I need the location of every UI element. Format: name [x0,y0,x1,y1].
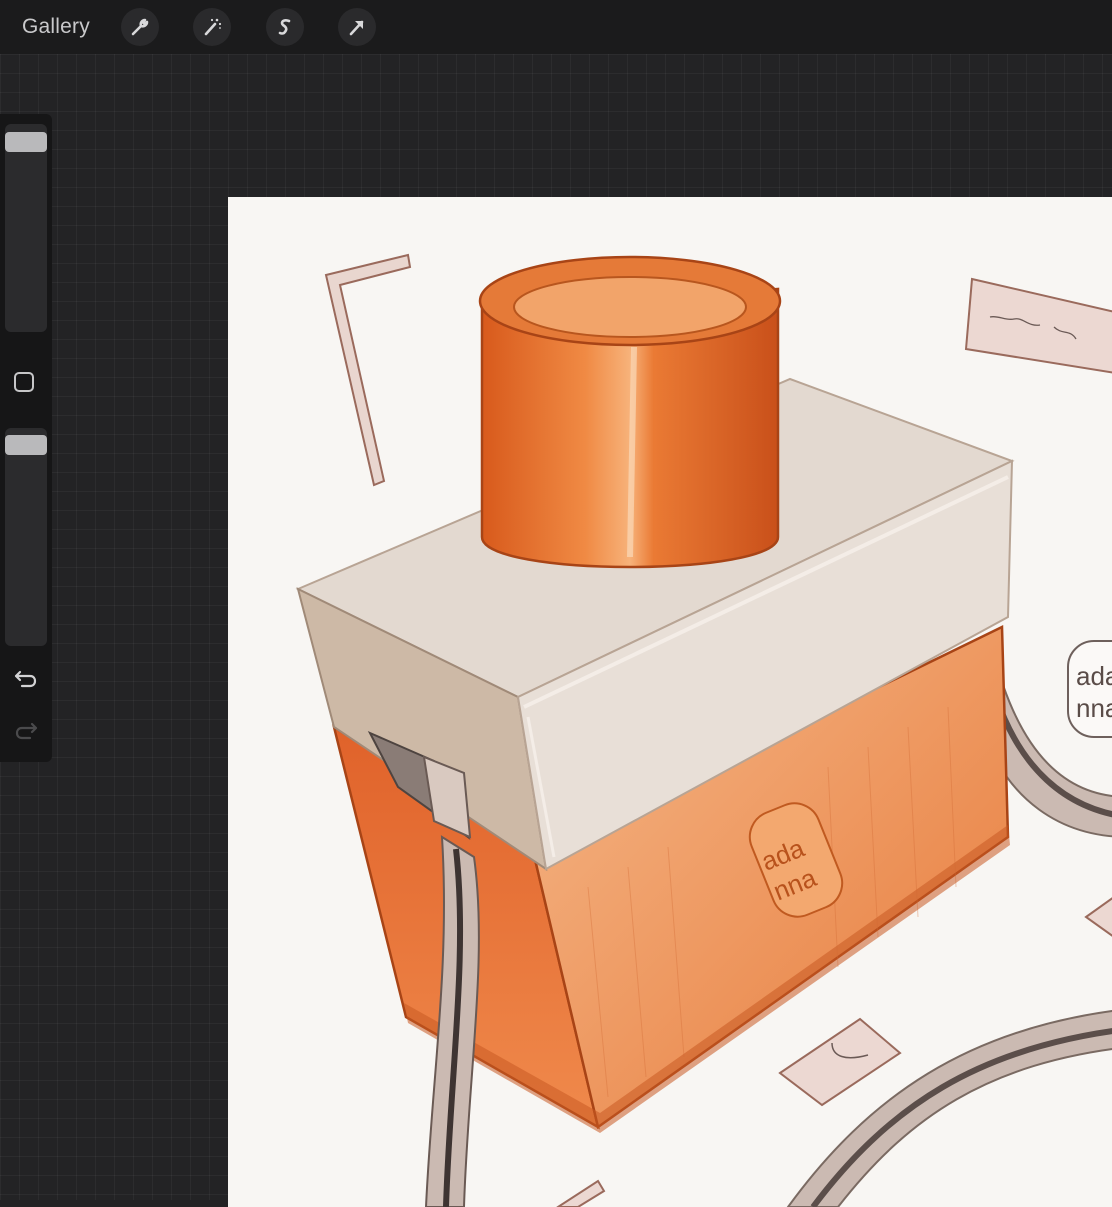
svg-text:ada: ada [1076,661,1112,691]
arrow-cursor-icon [349,20,364,36]
adjustments-button[interactable] [193,8,231,46]
wrench-icon [131,18,149,36]
top-toolbar: Gallery [0,0,1112,54]
svg-text:nna: nna [1076,693,1112,723]
transform-button[interactable] [338,8,376,46]
undo-icon[interactable] [12,666,40,690]
cooler-illustration: ada nna ada [295,253,1112,1207]
artwork-canvas[interactable]: ada nna ada [228,197,1112,1207]
note-label [964,277,1112,374]
opacity-slider[interactable] [5,428,47,646]
actions-button[interactable] [121,8,159,46]
brush-size-slider-thumb[interactable] [5,132,47,152]
bracket-mark [324,253,412,487]
redo-icon[interactable] [12,718,40,742]
brush-size-slider[interactable] [5,124,47,332]
cooler-cup [478,255,782,569]
floating-swatch [778,1017,902,1107]
side-logo-tag: ada nna [1067,640,1112,738]
magic-wand-icon [204,18,222,36]
gallery-button[interactable]: Gallery [22,15,90,39]
selection-s-icon [278,19,291,35]
selection-button[interactable] [266,8,304,46]
opacity-slider-thumb[interactable] [5,435,47,455]
modify-button[interactable] [14,372,34,392]
left-sidebar [0,114,52,762]
